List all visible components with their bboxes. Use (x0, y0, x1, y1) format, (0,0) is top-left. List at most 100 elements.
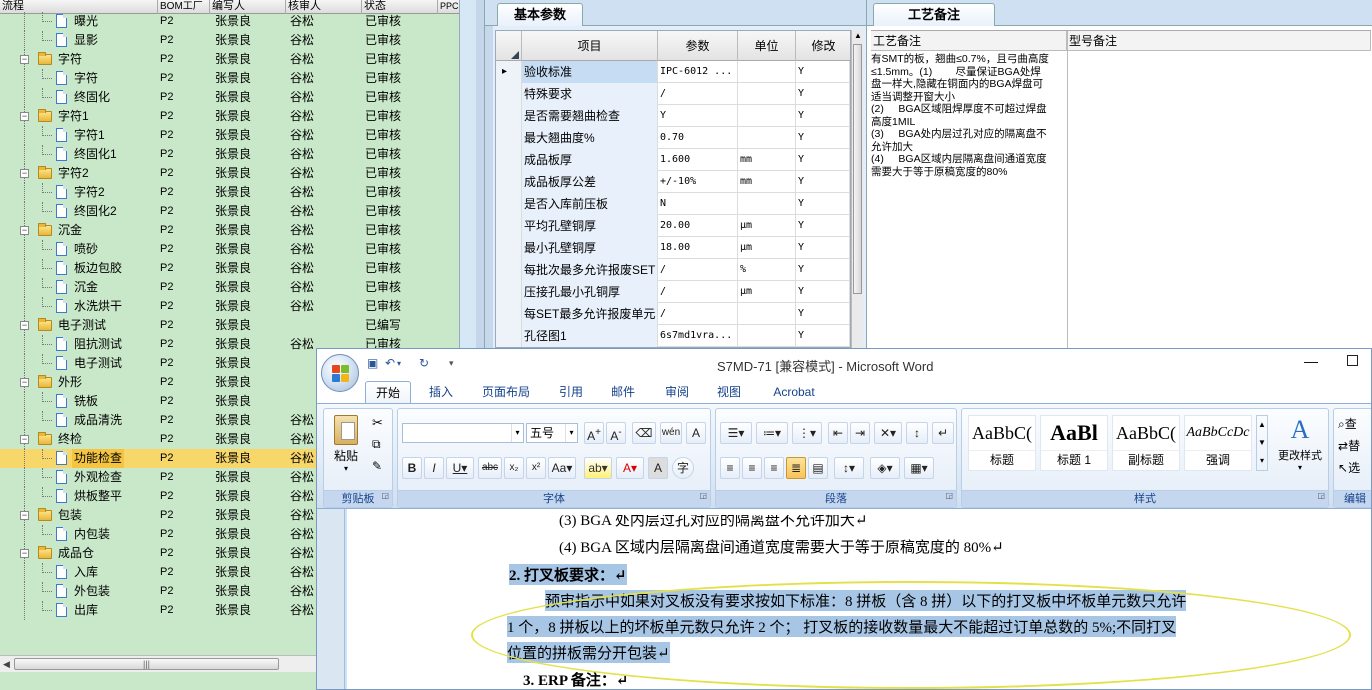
doc-para-line-c[interactable]: 位置的拼板需分开包装↵ (507, 642, 670, 663)
tree-row[interactable]: 字符1 P2 张景良 谷松 已审核 (0, 126, 459, 145)
param-unit-cell[interactable]: μm (738, 215, 796, 237)
row-indicator[interactable] (496, 259, 522, 281)
char-shading-icon[interactable]: A (648, 457, 668, 479)
param-row[interactable]: 每SET最多允许报废单元 / Y (496, 303, 850, 325)
scroll-left-arrow-icon[interactable]: ◀ (3, 659, 10, 670)
col-header-mod[interactable]: 修改 (796, 31, 850, 61)
doc-para-line-a[interactable]: 预审指示中如果对叉板没有要求按如下标准：8 拼板（含 8 拼）以下的打叉板中坏板… (545, 590, 1187, 611)
tab-view[interactable]: 视图 (709, 381, 749, 403)
font-color-icon[interactable]: A▾ (616, 457, 644, 479)
tree-row[interactable]: − 沉金 P2 张景良 谷松 已审核 (0, 221, 459, 240)
tree-node[interactable]: 字符2 (0, 183, 158, 202)
row-indicator[interactable] (496, 105, 522, 127)
tree-node[interactable]: 外包装 (0, 582, 158, 601)
tab-references[interactable]: 引用 (551, 381, 591, 403)
doc-line-4[interactable]: (4) BGA 区域内层隔离盘间通道宽度需要大于等于原稿宽度的 80%↵ (559, 536, 1004, 557)
clear-format-icon[interactable]: ⌫ (632, 422, 656, 444)
param-row[interactable]: 成品板厚 1.600 mm Y (496, 149, 850, 171)
save-icon[interactable]: ▣ (367, 356, 378, 370)
tree-node[interactable]: 内包装 (0, 525, 158, 544)
tree-row[interactable]: 板边包胶 P2 张景良 谷松 已审核 (0, 259, 459, 278)
param-mod-cell[interactable]: Y (796, 83, 850, 105)
office-button-icon[interactable] (321, 354, 359, 392)
collapse-toggle-icon[interactable]: − (20, 226, 29, 235)
param-value-cell[interactable]: +/-10% (658, 171, 738, 193)
tree-node[interactable]: 水洗烘干 (0, 297, 158, 316)
tree-row[interactable]: 终固化1 P2 张景良 谷松 已审核 (0, 145, 459, 164)
paste-button[interactable]: 粘贴 ▾ (328, 413, 364, 479)
tree-row[interactable]: 终固化2 P2 张景良 谷松 已审核 (0, 202, 459, 221)
param-mod-cell[interactable]: Y (796, 259, 850, 281)
style-heading1[interactable]: AaBl 标题 1 (1040, 415, 1108, 471)
collapse-toggle-icon[interactable]: − (20, 378, 29, 387)
param-value-cell[interactable]: 18.00 (658, 237, 738, 259)
tree-row[interactable]: − 字符2 P2 张景良 谷松 已审核 (0, 164, 459, 183)
scroll-up-arrow-icon[interactable]: ▲ (854, 31, 862, 40)
param-mod-cell[interactable]: Y (796, 149, 850, 171)
dialog-launcher-icon[interactable]: ◲ (699, 487, 707, 504)
dialog-launcher-icon[interactable]: ◲ (945, 487, 953, 504)
param-value-cell[interactable]: 20.00 (658, 215, 738, 237)
tree-row[interactable]: 沉金 P2 张景良 谷松 已审核 (0, 278, 459, 297)
param-row[interactable]: 是否需要翘曲检查 Y Y (496, 105, 850, 127)
param-mod-cell[interactable]: Y (796, 303, 850, 325)
row-indicator[interactable] (496, 149, 522, 171)
doc-heading-3[interactable]: 3. ERP 备注：↵ (523, 669, 629, 689)
collapse-toggle-icon[interactable]: − (20, 511, 29, 520)
param-mod-cell[interactable]: Y (796, 171, 850, 193)
tree-node[interactable]: 外观检查 (0, 468, 158, 487)
tree-node[interactable]: 铣板 (0, 392, 158, 411)
param-unit-cell[interactable]: % (738, 259, 796, 281)
asian-layout-icon[interactable]: ✕▾ (874, 422, 902, 444)
param-unit-cell[interactable] (738, 83, 796, 105)
tree-node[interactable]: 终固化2 (0, 202, 158, 221)
tree-row[interactable]: 字符 P2 张景良 谷松 已审核 (0, 69, 459, 88)
grow-font-button[interactable]: A+ (584, 422, 604, 444)
param-mod-cell[interactable]: Y (796, 105, 850, 127)
tree-node[interactable]: − 沉金 (0, 221, 158, 240)
tree-node[interactable]: 功能检查 (0, 449, 158, 468)
sort-icon[interactable]: ↕ (906, 422, 928, 444)
param-row[interactable]: 最大翘曲度% 0.70 Y (496, 127, 850, 149)
param-value-cell[interactable]: N (658, 193, 738, 215)
line-spacing-icon[interactable]: ↕▾ (834, 457, 864, 479)
param-row[interactable]: 平均孔壁铜厚 20.00 μm Y (496, 215, 850, 237)
doc-heading-2[interactable]: 2. 打叉板要求：↵ (509, 564, 627, 585)
tree-row[interactable]: − 字符 P2 张景良 谷松 已审核 (0, 50, 459, 69)
underline-button[interactable]: U▾ (446, 457, 474, 479)
param-row[interactable]: ▸ 验收标准 IPC-6012 ... Y (496, 61, 850, 83)
subscript-button[interactable]: x₂ (504, 457, 524, 479)
tree-row[interactable]: − 字符1 P2 张景良 谷松 已审核 (0, 107, 459, 126)
scroll-thumb[interactable]: ||| (14, 658, 279, 670)
tree-node[interactable]: − 外形 (0, 373, 158, 392)
style-subtitle[interactable]: AaBbC(副标题 (1112, 415, 1180, 471)
col-header-unit[interactable]: 单位 (738, 31, 796, 61)
tree-node[interactable]: − 字符1 (0, 107, 158, 126)
tree-node[interactable]: 阻抗测试 (0, 335, 158, 354)
tree-node[interactable]: − 包装 (0, 506, 158, 525)
italic-button[interactable]: I (424, 457, 444, 479)
tree-node[interactable]: 终固化1 (0, 145, 158, 164)
font-size-combo[interactable]: 五号 ▾ (526, 423, 578, 443)
tree-node[interactable]: 入库 (0, 563, 158, 582)
collapse-toggle-icon[interactable]: − (20, 169, 29, 178)
tree-node[interactable]: − 成品仓 (0, 544, 158, 563)
tab-page-layout[interactable]: 页面布局 (473, 381, 539, 403)
param-value-cell[interactable]: / (658, 303, 738, 325)
tab-insert[interactable]: 插入 (421, 381, 461, 403)
enclose-char-icon[interactable]: 字 (672, 457, 694, 479)
param-unit-cell[interactable] (738, 325, 796, 347)
param-value-cell[interactable]: Y (658, 105, 738, 127)
justify-icon[interactable]: ≣ (786, 457, 806, 479)
tab-basic-params[interactable]: 基本参数 (497, 3, 584, 26)
row-indicator[interactable]: ▸ (496, 61, 522, 83)
param-unit-cell[interactable]: mm (738, 149, 796, 171)
borders-icon[interactable]: ▦▾ (904, 457, 934, 479)
param-value-cell[interactable]: / (658, 259, 738, 281)
tree-node[interactable]: 板边包胶 (0, 259, 158, 278)
font-name-combo[interactable]: ▾ (402, 423, 524, 443)
param-mod-cell[interactable]: Y (796, 281, 850, 303)
multilevel-list-icon[interactable]: ⋮▾ (792, 422, 822, 444)
tree-row[interactable]: 终固化 P2 张景良 谷松 已审核 (0, 88, 459, 107)
tree-row[interactable]: 曝光 P2 张景良 谷松 已审核 (0, 12, 459, 31)
